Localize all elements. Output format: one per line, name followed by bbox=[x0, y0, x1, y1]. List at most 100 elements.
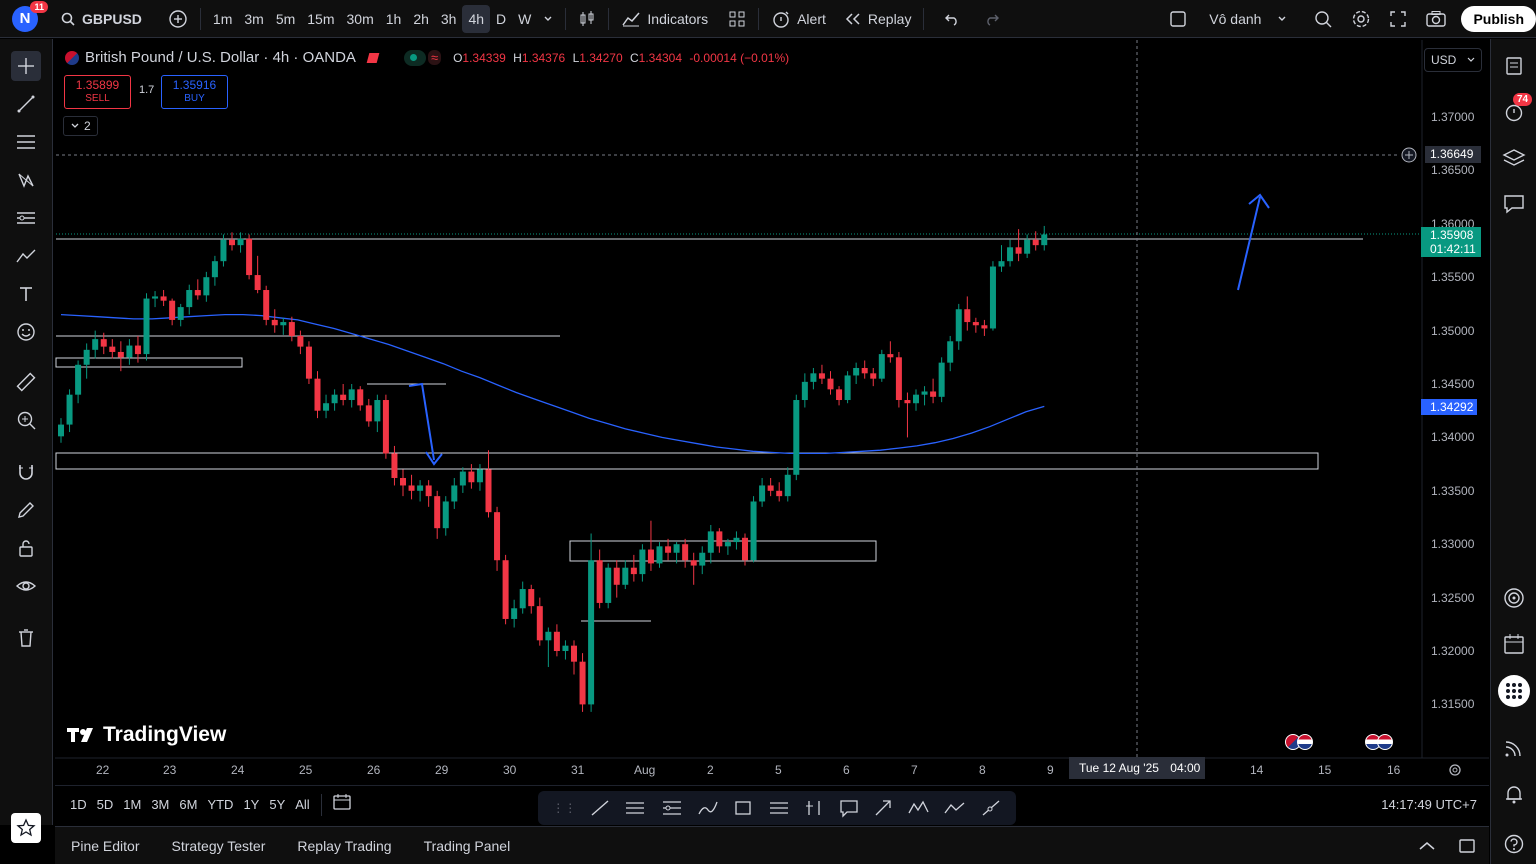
symbol-title[interactable]: British Pound / U.S. Dollar · 4h · OANDA bbox=[85, 49, 356, 66]
screener-button[interactable] bbox=[1499, 583, 1529, 613]
parallel-channel-icon[interactable] bbox=[623, 798, 647, 818]
symbol-search-button[interactable]: GBPUSD bbox=[54, 5, 148, 33]
brush-icon[interactable] bbox=[696, 798, 720, 818]
goto-date-button[interactable] bbox=[332, 793, 352, 816]
measure-tool[interactable] bbox=[11, 367, 41, 397]
range-ytd[interactable]: YTD bbox=[202, 797, 238, 812]
interval-15m[interactable]: 15m bbox=[301, 5, 340, 33]
path-icon[interactable] bbox=[943, 798, 967, 818]
economic-event-icon[interactable] bbox=[1285, 734, 1315, 752]
clock-timezone[interactable]: 14:17:49 UTC+7 bbox=[1381, 797, 1477, 812]
interval-dropdown[interactable] bbox=[537, 5, 559, 33]
long-position-icon[interactable] bbox=[803, 798, 825, 818]
ray-icon[interactable] bbox=[980, 798, 1002, 818]
zoom-tool[interactable] bbox=[11, 405, 41, 435]
sell-button[interactable]: 1.35899 SELL bbox=[64, 75, 131, 109]
panel-tab-strategy-tester[interactable]: Strategy Tester bbox=[155, 838, 281, 854]
notifications-button[interactable] bbox=[1499, 779, 1529, 809]
interval-1h[interactable]: 1h bbox=[380, 5, 408, 33]
range-all[interactable]: All bbox=[290, 797, 314, 812]
trendline-icon[interactable] bbox=[589, 798, 611, 818]
quick-search-button[interactable] bbox=[1307, 5, 1339, 33]
drag-handle-icon[interactable]: ⋮⋮ bbox=[552, 801, 576, 815]
maximize-panel-icon[interactable] bbox=[1457, 837, 1477, 855]
chart-canvas[interactable] bbox=[55, 40, 1489, 784]
user-avatar[interactable]: N 11 bbox=[12, 0, 48, 32]
help-button[interactable] bbox=[1499, 829, 1529, 859]
chats-button[interactable] bbox=[1499, 189, 1529, 219]
range-5y[interactable]: 5Y bbox=[264, 797, 290, 812]
fib-tool[interactable] bbox=[11, 127, 41, 157]
interval-1m[interactable]: 1m bbox=[207, 5, 238, 33]
replay-button[interactable]: Replay bbox=[838, 5, 918, 33]
interval-2h[interactable]: 2h bbox=[407, 5, 435, 33]
panel-tab-replay-trading[interactable]: Replay Trading bbox=[281, 838, 407, 854]
interval-3m[interactable]: 3m bbox=[238, 5, 269, 33]
pattern-tool[interactable] bbox=[11, 165, 41, 195]
alert-button[interactable]: Alert bbox=[765, 5, 832, 33]
stay-drawing-tool[interactable] bbox=[11, 495, 41, 525]
range-1m[interactable]: 1M bbox=[118, 797, 146, 812]
alerts-button[interactable]: 74 bbox=[1499, 93, 1533, 127]
range-3m[interactable]: 3M bbox=[146, 797, 174, 812]
text-tool[interactable] bbox=[11, 279, 41, 309]
layout-button[interactable] bbox=[1163, 5, 1193, 33]
callout-icon[interactable] bbox=[838, 798, 860, 818]
fib-retracement-icon[interactable] bbox=[660, 798, 684, 818]
data-stream-button[interactable] bbox=[1499, 733, 1529, 763]
indicators-button[interactable]: Indicators bbox=[615, 5, 714, 33]
fullscreen-button[interactable] bbox=[1383, 5, 1413, 33]
interval-30m[interactable]: 30m bbox=[341, 5, 380, 33]
range-1y[interactable]: 1Y bbox=[238, 797, 264, 812]
chevron-up-icon[interactable] bbox=[1417, 839, 1437, 853]
apps-button[interactable] bbox=[1498, 675, 1530, 707]
range-6m[interactable]: 6M bbox=[174, 797, 202, 812]
remove-drawings-tool[interactable] bbox=[11, 623, 41, 653]
favorites-tool[interactable] bbox=[11, 813, 41, 843]
magnet-tool[interactable] bbox=[11, 457, 41, 487]
object-tree-button[interactable] bbox=[1499, 143, 1529, 173]
demand-zone-rect[interactable] bbox=[55, 452, 1319, 470]
settings-button[interactable] bbox=[1345, 5, 1377, 33]
economic-event-icon[interactable] bbox=[1365, 734, 1395, 752]
compare-symbol-button[interactable] bbox=[162, 5, 194, 33]
add-alert-plus-button[interactable] bbox=[1400, 146, 1418, 164]
tradingview-watermark[interactable]: TradingView bbox=[67, 723, 226, 747]
indicators-collapse-toggle[interactable]: 2 bbox=[63, 116, 98, 136]
prediction-tool[interactable] bbox=[11, 203, 41, 233]
brush-tool[interactable] bbox=[11, 241, 41, 271]
currency-selector[interactable]: USD bbox=[1424, 48, 1482, 72]
elliott-wave-icon[interactable] bbox=[907, 798, 931, 818]
redo-button[interactable] bbox=[978, 5, 1006, 33]
watchlist-button[interactable] bbox=[1499, 51, 1529, 81]
interval-4h[interactable]: 4h bbox=[462, 4, 491, 33]
horizontal-lines-icon[interactable] bbox=[767, 798, 791, 818]
undo-button[interactable] bbox=[938, 5, 966, 33]
arrow-icon[interactable] bbox=[872, 798, 894, 818]
chart-type-button[interactable] bbox=[572, 5, 602, 33]
hide-drawings-tool[interactable] bbox=[11, 571, 41, 601]
chart-pane[interactable]: British Pound / U.S. Dollar · 4h · OANDA… bbox=[55, 40, 1489, 784]
time-settings-button[interactable] bbox=[1447, 762, 1463, 783]
panel-tab-trading-panel[interactable]: Trading Panel bbox=[408, 838, 527, 854]
zone-rect[interactable] bbox=[569, 540, 877, 562]
down-arrow-path[interactable] bbox=[408, 382, 435, 461]
buy-button[interactable]: 1.35916 BUY bbox=[161, 75, 228, 109]
rectangle-icon[interactable] bbox=[732, 798, 754, 818]
range-1d[interactable]: 1D bbox=[65, 797, 92, 812]
interval-3h[interactable]: 3h bbox=[435, 5, 463, 33]
emoji-tool[interactable] bbox=[11, 317, 41, 347]
interval-5m[interactable]: 5m bbox=[270, 5, 301, 33]
layout-name-button[interactable]: Vô danh bbox=[1203, 5, 1293, 33]
publish-button[interactable]: Publish bbox=[1461, 5, 1536, 32]
crosshair-tool[interactable] bbox=[11, 51, 41, 81]
interval-D[interactable]: D bbox=[490, 5, 512, 33]
templates-button[interactable] bbox=[722, 5, 752, 33]
snapshot-button[interactable] bbox=[1419, 5, 1453, 33]
range-5d[interactable]: 5D bbox=[92, 797, 119, 812]
interval-W[interactable]: W bbox=[512, 5, 537, 33]
calendar-button[interactable] bbox=[1499, 629, 1529, 659]
lock-drawings-tool[interactable] bbox=[11, 533, 41, 563]
panel-tab-pine-editor[interactable]: Pine Editor bbox=[55, 838, 155, 854]
up-arrow-path[interactable] bbox=[1237, 196, 1261, 291]
